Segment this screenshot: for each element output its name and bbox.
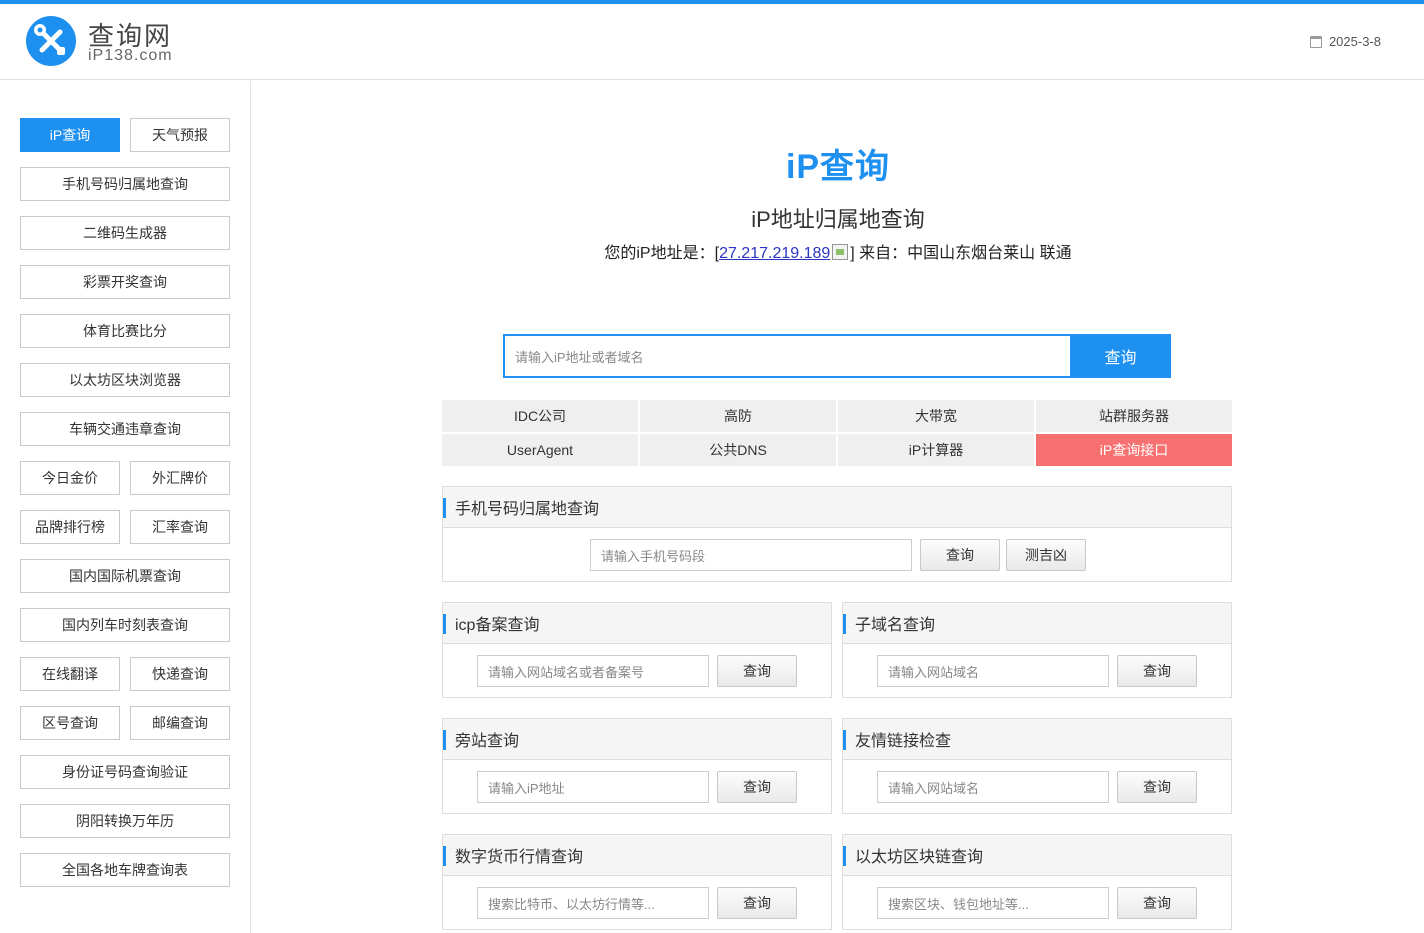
sidebar-item-eth-explorer[interactable]: 以太坊区块浏览器 (20, 363, 230, 397)
sidebar-item-postcode[interactable]: 邮编查询 (130, 706, 230, 740)
subdomain-input[interactable]: 请输入网站域名 (877, 655, 1109, 687)
fortune-button[interactable]: 测吉凶 (1006, 539, 1086, 571)
sidesite-query-button[interactable]: 查询 (717, 771, 797, 803)
eth-chain-input[interactable]: 搜索区块、钱包地址等... (877, 887, 1109, 919)
sidebar-item-traffic-violation[interactable]: 车辆交通违章查询 (20, 412, 230, 446)
phone-input[interactable]: 请输入手机号码段 (590, 539, 912, 571)
phone-query-button[interactable]: 查询 (920, 539, 1000, 571)
date-text: 2025-3-8 (1328, 34, 1381, 49)
main-content: iP查询 iP地址归属地查询 您的iP地址是：[27.217.219.189 ] … (252, 81, 1424, 933)
sidesite-panel: 旁站查询 请输入iP地址 查询 (442, 718, 832, 814)
sidebar-item-ip-query[interactable]: iP查询 (20, 118, 120, 152)
link-idc[interactable]: IDC公司 (442, 400, 638, 432)
sidebar-item-phone-location[interactable]: 手机号码归属地查询 (20, 167, 230, 201)
panel-title: 友情链接检查 (843, 719, 1231, 760)
sidebar-item-id-card[interactable]: 身份证号码查询验证 (20, 755, 230, 789)
page-title: iP查询 (785, 148, 891, 186)
icp-input[interactable]: 请输入网站域名或者备案号 (477, 655, 709, 687)
link-public-dns[interactable]: 公共DNS (640, 434, 836, 466)
ip-search-button[interactable]: 查询 (1070, 334, 1171, 378)
sidebar-item-gold-price[interactable]: 今日金价 (20, 461, 120, 495)
link-high-defense[interactable]: 高防 (640, 400, 836, 432)
sidebar-item-calendar[interactable]: 阴阳转换万年历 (20, 804, 230, 838)
subdomain-panel: 子域名查询 请输入网站域名 查询 (842, 602, 1232, 698)
friend-link-input[interactable]: 请输入网站域名 (877, 771, 1109, 803)
panel-title: 手机号码归属地查询 (443, 487, 1231, 528)
crypto-query-button[interactable]: 查询 (717, 887, 797, 919)
eth-chain-query-button[interactable]: 查询 (1117, 887, 1197, 919)
ip-address-link[interactable]: 27.217.219.189 (719, 245, 830, 262)
ip-location: ] 来自：中国山东烟台莱山 联通 (850, 245, 1072, 262)
sidebar-item-forex[interactable]: 外汇牌价 (130, 461, 230, 495)
crypto-input[interactable]: 搜索比特币、以太坊行情等... (477, 887, 709, 919)
link-ip-api[interactable]: iP查询接口 (1036, 434, 1232, 466)
sidebar-item-exchange-rate[interactable]: 汇率查询 (130, 510, 230, 544)
ip-search-bar: 请输入iP地址或者域名 查询 (503, 334, 1171, 378)
friend-link-panel: 友情链接检查 请输入网站域名 查询 (842, 718, 1232, 814)
phone-query-panel: 手机号码归属地查询 请输入手机号码段 查询 测吉凶 (442, 486, 1232, 582)
sidebar: iP查询 天气预报 手机号码归属地查询 二维码生成器 彩票开奖查询 体育比赛比分… (0, 81, 251, 933)
sidebar-item-license-plate[interactable]: 全国各地车牌查询表 (20, 853, 230, 887)
sidebar-item-flight-tickets[interactable]: 国内国际机票查询 (20, 559, 230, 593)
page-subtitle: iP地址归属地查询 (751, 207, 925, 232)
link-useragent[interactable]: UserAgent (442, 434, 638, 466)
subdomain-query-button[interactable]: 查询 (1117, 655, 1197, 687)
quick-links-grid: IDC公司 高防 大带宽 站群服务器 UserAgent 公共DNS iP计算器… (442, 400, 1232, 466)
icp-query-button[interactable]: 查询 (717, 655, 797, 687)
sidebar-item-brand-rank[interactable]: 品牌排行榜 (20, 510, 120, 544)
sidebar-item-sports-score[interactable]: 体育比赛比分 (20, 314, 230, 348)
image-icon (832, 244, 849, 260)
link-bandwidth[interactable]: 大带宽 (838, 400, 1034, 432)
site-header: 查询网 iP138.com 2025-3-8 (0, 4, 1424, 80)
sidebar-item-express[interactable]: 快递查询 (130, 657, 230, 691)
sidebar-item-lottery[interactable]: 彩票开奖查询 (20, 265, 230, 299)
ip-search-input[interactable]: 请输入iP地址或者域名 (503, 334, 1070, 378)
sidebar-item-weather[interactable]: 天气预报 (130, 118, 230, 152)
tools-logo-icon[interactable] (26, 16, 76, 66)
current-ip-line: 您的iP地址是：[27.217.219.189 ] 来自：中国山东烟台莱山 联通 (252, 239, 1424, 263)
calendar-icon (1309, 35, 1322, 48)
sidesite-input[interactable]: 请输入iP地址 (477, 771, 709, 803)
panel-title: 子域名查询 (843, 603, 1231, 644)
panel-title: 数字货币行情查询 (443, 835, 831, 876)
friend-link-query-button[interactable]: 查询 (1117, 771, 1197, 803)
eth-chain-panel: 以太坊区块链查询 搜索区块、钱包地址等... 查询 (842, 834, 1232, 930)
panel-title: icp备案查询 (443, 603, 831, 644)
sidebar-item-translate[interactable]: 在线翻译 (20, 657, 120, 691)
panel-title: 旁站查询 (443, 719, 831, 760)
sidebar-item-train-schedule[interactable]: 国内列车时刻表查询 (20, 608, 230, 642)
sidebar-item-qrcode[interactable]: 二维码生成器 (20, 216, 230, 250)
logo-domain[interactable]: iP138.com (88, 47, 173, 65)
date-display: 2025-3-8 (1309, 34, 1381, 49)
link-site-cluster[interactable]: 站群服务器 (1036, 400, 1232, 432)
panel-title: 以太坊区块链查询 (843, 835, 1231, 876)
icp-panel: icp备案查询 请输入网站域名或者备案号 查询 (442, 602, 832, 698)
sidebar-item-area-code[interactable]: 区号查询 (20, 706, 120, 740)
ip-prefix: 您的iP地址是：[ (604, 245, 720, 262)
link-ip-calculator[interactable]: iP计算器 (838, 434, 1034, 466)
crypto-panel: 数字货币行情查询 搜索比特币、以太坊行情等... 查询 (442, 834, 832, 930)
